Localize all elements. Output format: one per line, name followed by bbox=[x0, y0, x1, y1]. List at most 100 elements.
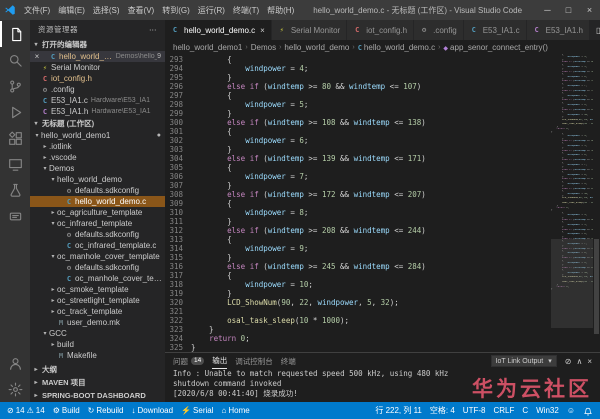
status-button-serial[interactable]: ⚡ Serial bbox=[181, 406, 213, 415]
split-editor-icon[interactable]: ◫ bbox=[596, 26, 600, 35]
open-editor-e53-ia1-c[interactable]: C E53_IA1.c Hardware\E53_IA1 bbox=[30, 95, 165, 106]
section-spring-boot-dashboard[interactable]: ▸ SPRING-BOOT DASHBOARD bbox=[30, 389, 165, 402]
tree-item-oc-infrared-template-c[interactable]: Coc_infrared_template.c bbox=[30, 240, 165, 251]
close-window-icon[interactable]: × bbox=[579, 0, 600, 20]
status-4[interactable]: 空格: 4 bbox=[430, 405, 455, 416]
minimap[interactable]: { windpower = 4; } else if (windtemp >= … bbox=[551, 54, 593, 352]
run-and-debug-icon[interactable] bbox=[0, 99, 30, 125]
menu-f[interactable]: 文件(F) bbox=[20, 5, 54, 16]
tree-item-oc-smoke-template[interactable]: ▸ oc_smoke_template bbox=[30, 284, 165, 295]
remote-explorer-icon[interactable] bbox=[0, 151, 30, 177]
tree-item-gcc[interactable]: ▾ GCC bbox=[30, 328, 165, 339]
open-editor-config[interactable]: ⚙ .config bbox=[30, 84, 165, 95]
breadcrumb-item-app-senor-connect-entry[interactable]: ◆ app_senor_connect_entry() bbox=[443, 43, 547, 52]
tab-hello-world-demo-c[interactable]: Chello_world_demo.c × bbox=[165, 20, 272, 40]
tree-item-oc-agriculture-template[interactable]: ▸ oc_agriculture_template bbox=[30, 207, 165, 218]
item-label: oc_agriculture_template bbox=[57, 208, 143, 217]
feedback-smiley-icon[interactable]: ☺ bbox=[567, 406, 575, 415]
status-crlf[interactable]: CRLF bbox=[493, 406, 514, 415]
menu-r[interactable]: 运行(R) bbox=[194, 5, 229, 16]
section-maven[interactable]: ▸ MAVEN 项目 bbox=[30, 376, 165, 389]
tree-item-oc-streetlight-template[interactable]: ▸ oc_streetlight_template bbox=[30, 295, 165, 306]
breadcrumb-item-hello-world-demo[interactable]: hello_world_demo bbox=[284, 43, 349, 52]
status-222-11[interactable]: 行 222, 列 11 bbox=[375, 405, 422, 416]
account-icon[interactable] bbox=[0, 350, 30, 376]
scrollbar[interactable] bbox=[593, 54, 600, 352]
status-win32[interactable]: Win32 bbox=[536, 406, 559, 415]
maximize-window-icon[interactable]: □ bbox=[558, 0, 579, 20]
tree-item-hello-world-demo-c[interactable]: Chello_world_demo.c bbox=[30, 196, 165, 207]
tree-item-hello-world-demo1[interactable]: ▾ hello_world_demo1 ● bbox=[30, 130, 165, 141]
iot-device-icon[interactable] bbox=[0, 203, 30, 229]
status-button-download[interactable]: ↓ Download bbox=[132, 406, 174, 415]
tab-serial-monitor[interactable]: ⚡ Serial Monitor bbox=[271, 20, 348, 40]
extensions-icon[interactable] bbox=[0, 125, 30, 151]
settings-icon[interactable] bbox=[0, 376, 30, 402]
status-c[interactable]: C bbox=[522, 406, 528, 415]
chevron-right-icon: ▸ bbox=[51, 210, 55, 216]
tab-e53-ia1-c[interactable]: C E53_IA1.c bbox=[463, 20, 527, 40]
menu-s[interactable]: 选择(S) bbox=[89, 5, 124, 16]
breadcrumb-item-hello-world-demo1[interactable]: hello_world_demo1 bbox=[173, 43, 242, 52]
code-editor[interactable]: 293 {294 windpower = 4; 295 } 296 else if … bbox=[165, 54, 551, 352]
more-actions-icon[interactable]: ⋯ bbox=[149, 25, 157, 34]
tree-item-oc-infrared-template[interactable]: ▾ oc_infrared_template bbox=[30, 218, 165, 229]
menu-h[interactable]: 帮助(H) bbox=[263, 5, 298, 16]
open-editor-serial-monitor[interactable]: ⚡ Serial Monitor bbox=[30, 62, 165, 73]
tree-item-defaults-sdkconfig[interactable]: ⚙ defaults.sdkconfig bbox=[30, 262, 165, 273]
minimize-window-icon[interactable]: ─ bbox=[537, 0, 558, 20]
notifications-bell-icon[interactable] bbox=[583, 406, 593, 416]
tree-item-oc-track-template[interactable]: ▸ oc_track_template bbox=[30, 306, 165, 317]
status-button-rebuild[interactable]: ↻ Rebuild bbox=[88, 406, 124, 415]
tree-item-defaults-sdkconfig[interactable]: ⚙ defaults.sdkconfig bbox=[30, 185, 165, 196]
status-button-build[interactable]: ⚙ Build bbox=[53, 406, 80, 415]
breadcrumb-item-demos[interactable]: Demos bbox=[251, 43, 276, 52]
close-icon[interactable]: × bbox=[33, 52, 41, 61]
source-control-icon[interactable] bbox=[0, 73, 30, 99]
tree-item-defaults-sdkconfig[interactable]: ⚙ defaults.sdkconfig bbox=[30, 229, 165, 240]
tree-item-oc-manhole-cover-template[interactable]: ▾ oc_manhole_cover_template bbox=[30, 251, 165, 262]
tab-config[interactable]: ⚙ .config bbox=[414, 20, 464, 40]
search-icon[interactable] bbox=[0, 47, 30, 73]
menu-v[interactable]: 查看(V) bbox=[124, 5, 159, 16]
vscode-logo-icon bbox=[0, 4, 20, 16]
output-console[interactable]: Info : Unable to match requested speed 5… bbox=[165, 369, 600, 402]
open-editor-iot-config-h[interactable]: Ciot_config.h bbox=[30, 73, 165, 84]
status-button-home[interactable]: ⌂ Home bbox=[222, 406, 250, 415]
close-panel-icon[interactable]: × bbox=[587, 357, 592, 366]
breadcrumb-item-hello-world-demo-c[interactable]: Chello_world_demo.c bbox=[358, 43, 435, 52]
menu-t[interactable]: 终端(T) bbox=[229, 5, 263, 16]
explorer-icon[interactable] bbox=[0, 21, 30, 47]
open-editor-e53-ia1-h[interactable]: C E53_IA1.h Hardware\E53_IA1 bbox=[30, 106, 165, 117]
tree-item-vscode[interactable]: ▸ .vscode bbox=[30, 152, 165, 163]
tree-item-iotlink[interactable]: ▸ .iotlink bbox=[30, 141, 165, 152]
status-utf-8[interactable]: UTF-8 bbox=[463, 406, 486, 415]
chevron-right-icon: ▸ bbox=[51, 298, 55, 304]
panel-tab-item[interactable]: 终端 bbox=[281, 353, 296, 369]
tree-item-makefile[interactable]: M Makefile bbox=[30, 350, 165, 361]
maximize-panel-icon[interactable]: ∧ bbox=[576, 357, 582, 366]
panel-tab-item[interactable]: 调试控制台 bbox=[235, 353, 273, 369]
tree-item-hello-world-demo[interactable]: ▾ hello_world_demo bbox=[30, 174, 165, 185]
tree-item-build[interactable]: ▸ build bbox=[30, 339, 165, 350]
tree-item-oc-manhole-cover-template-c[interactable]: Coc_manhole_cover_template.c bbox=[30, 273, 165, 284]
menu-g[interactable]: 转到(G) bbox=[158, 5, 194, 16]
output-channel-select[interactable]: IoT Link Output ▾ bbox=[490, 355, 557, 367]
close-icon[interactable]: × bbox=[260, 26, 265, 35]
tab-iot-config-h[interactable]: Ciot_config.h bbox=[347, 20, 415, 40]
tree-item-user-demo-mk[interactable]: Muser_demo.mk bbox=[30, 317, 165, 328]
section-workspace[interactable]: ▾ 无标题 (工作区) bbox=[30, 117, 165, 130]
open-editor-hello-world-demo-c[interactable]: × Chello_world_demo.cDemos\hello_world_de… bbox=[30, 51, 165, 62]
panel-tab-item[interactable]: 问题 14 bbox=[173, 353, 205, 369]
problems-status[interactable]: ⊘ 14 ⚠ 14 bbox=[7, 406, 45, 415]
tab-e53-ia1-h[interactable]: C E53_IA1.h bbox=[526, 20, 590, 40]
section-outline[interactable]: ▸ 大纲 bbox=[30, 363, 165, 376]
test-icon[interactable] bbox=[0, 177, 30, 203]
menu-e[interactable]: 编辑(E) bbox=[54, 5, 89, 16]
clear-output-icon[interactable]: ⊘ bbox=[565, 357, 572, 366]
sidebar-bottom-sections: ▸ 大纲 ▸ MAVEN 项目 ▸ SPRING-BOOT DASHBOARD bbox=[30, 363, 165, 402]
section-open-editors[interactable]: ▾ 打开的编辑器 bbox=[30, 38, 165, 51]
minimap-slider[interactable] bbox=[551, 238, 593, 329]
panel-tab-item[interactable]: 输出 bbox=[212, 353, 228, 369]
tree-item-demos[interactable]: ▾ Demos bbox=[30, 163, 165, 174]
